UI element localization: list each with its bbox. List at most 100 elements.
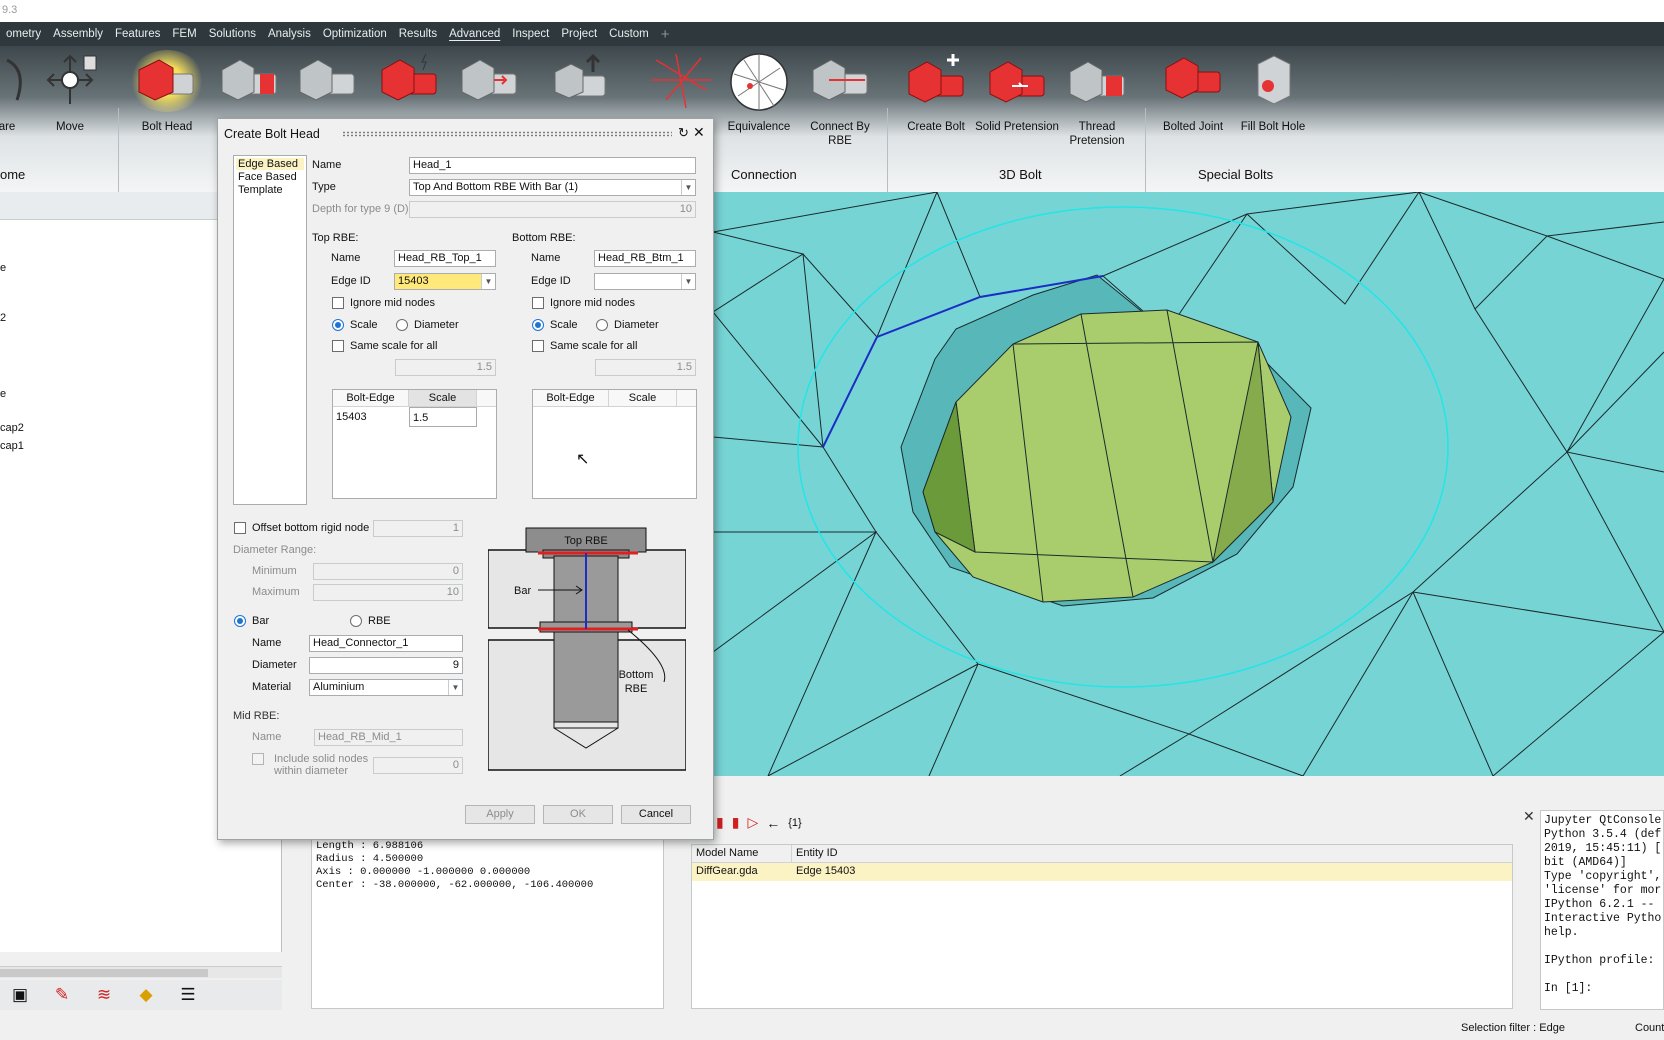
cancel-button[interactable]: Cancel: [621, 805, 691, 824]
3d-viewport[interactable]: [713, 192, 1664, 776]
ribbon-btn-move[interactable]: Move: [27, 50, 113, 134]
include-solid-field[interactable]: 0: [373, 757, 463, 774]
bottom-ignore-mid-label: Ignore mid nodes: [550, 297, 635, 309]
chevron-down-icon[interactable]: ▼: [481, 274, 495, 289]
chevron-down-icon[interactable]: ▼: [681, 274, 695, 289]
refresh-icon[interactable]: ↻: [678, 125, 689, 141]
scrollbar-thumb[interactable]: [0, 969, 208, 977]
mode-template[interactable]: Template: [238, 184, 283, 196]
close-icon[interactable]: ✕: [693, 124, 705, 141]
material-select[interactable]: Aluminium ▼: [309, 679, 463, 696]
color-map-icon[interactable]: ◆: [132, 982, 160, 1008]
ribbon-btn-equivalence[interactable]: Equivalence: [716, 50, 802, 134]
bottom-same-scale-checkbox[interactable]: [532, 340, 544, 352]
include-solid-checkbox[interactable]: [252, 753, 264, 765]
rbe-radio[interactable]: [350, 615, 362, 627]
ribbon-btn-bolt-head[interactable]: Bolt Head: [124, 50, 210, 134]
tree-item-cap1[interactable]: cap1: [0, 440, 24, 452]
top-scale-field[interactable]: 1.5: [395, 359, 496, 376]
menu-features[interactable]: Features: [109, 22, 166, 46]
tree-item[interactable]: 2: [0, 312, 6, 324]
col-entity-id[interactable]: Entity ID: [792, 845, 1512, 862]
ribbon-btn-bolted-joint[interactable]: Bolted Joint: [1150, 50, 1236, 134]
mode-face-based[interactable]: Face Based: [238, 171, 297, 183]
eraser-icon[interactable]: ▮: [716, 814, 724, 831]
table-row[interactable]: DiffGear.gda Edge 15403: [692, 863, 1512, 881]
back-arrow-icon[interactable]: ←: [766, 815, 780, 831]
ok-button[interactable]: OK: [543, 805, 613, 824]
tree-item[interactable]: e: [0, 388, 6, 400]
menu-geometry[interactable]: ometry: [0, 22, 47, 46]
menu-fem[interactable]: FEM: [166, 22, 202, 46]
bottom-scale-radio[interactable]: [532, 319, 544, 331]
selection-count: {1}: [788, 816, 802, 829]
jupyter-console[interactable]: Jupyter QtConsole Python 3.5.4 (def 2019…: [1540, 810, 1664, 1010]
menu-solutions[interactable]: Solutions: [203, 22, 262, 46]
drag-grip[interactable]: [342, 131, 672, 137]
ribbon-btn-solid-pretension[interactable]: Solid Pretension: [974, 50, 1060, 134]
ribbon-btn-equivalence-tool[interactable]: [638, 50, 724, 112]
close-icon[interactable]: ✕: [1523, 808, 1535, 825]
menu-optimization[interactable]: Optimization: [317, 22, 393, 46]
connector-name-field[interactable]: Head_Connector_1: [309, 635, 463, 652]
connector-diameter-label: Diameter: [252, 659, 297, 671]
cell-scale-editor[interactable]: 1.5: [409, 407, 477, 427]
type-select[interactable]: Top And Bottom RBE With Bar (1) ▼: [409, 179, 696, 196]
add-tab-icon[interactable]: +: [655, 26, 676, 43]
list-icon[interactable]: ☰: [174, 982, 202, 1008]
ribbon-btn-fill-bolt-hole[interactable]: Fill Bolt Hole: [1230, 50, 1316, 134]
menu-analysis[interactable]: Analysis: [262, 22, 317, 46]
menu-results[interactable]: Results: [393, 22, 443, 46]
top-ignore-mid-checkbox[interactable]: [332, 297, 344, 309]
menu-project[interactable]: Project: [555, 22, 603, 46]
mesh-view[interactable]: [713, 192, 1664, 776]
ribbon-btn-thread-pretension[interactable]: Thread Pretension: [1054, 50, 1140, 148]
apply-button[interactable]: Apply: [465, 805, 535, 824]
pen-icon[interactable]: ✎: [48, 982, 76, 1008]
minimum-field[interactable]: 0: [313, 563, 463, 580]
menu-assembly[interactable]: Assembly: [47, 22, 109, 46]
cube-icon[interactable]: ▣: [6, 982, 34, 1008]
bar-radio[interactable]: [234, 615, 246, 627]
tree-item[interactable]: e: [0, 262, 6, 274]
bottom-ignore-mid-checkbox[interactable]: [532, 297, 544, 309]
table-row[interactable]: 15403 1.5: [333, 407, 496, 427]
top-same-scale-checkbox[interactable]: [332, 340, 344, 352]
connector-diameter-field[interactable]: 9: [309, 657, 463, 674]
bottom-name-field[interactable]: Head_RB_Btm_1: [594, 250, 696, 267]
ribbon-btn-bolt-5[interactable]: [446, 50, 532, 112]
top-edge-select[interactable]: 15403 ▼: [394, 273, 496, 290]
offset-bottom-field[interactable]: 1: [373, 520, 463, 537]
name-field[interactable]: Head_1: [409, 157, 696, 174]
menu-custom[interactable]: Custom: [603, 22, 655, 46]
select-icon[interactable]: ▷: [747, 814, 758, 831]
top-name-field[interactable]: Head_RB_Top_1: [394, 250, 496, 267]
ribbon-btn-bolt-3[interactable]: [284, 50, 370, 112]
depth-field[interactable]: 10: [409, 201, 696, 218]
ribbon-btn-bolt-4[interactable]: [366, 50, 452, 112]
bottom-scale-field[interactable]: 1.5: [595, 359, 696, 376]
top-edge-table: Bolt-Edge Scale 15403 1.5: [332, 389, 497, 499]
offset-bottom-checkbox[interactable]: [234, 522, 246, 534]
table-header: Bolt-Edge Scale: [333, 390, 496, 407]
bottom-edge-select[interactable]: ▼: [594, 273, 696, 290]
col-model-name[interactable]: Model Name: [692, 845, 792, 862]
bottom-diameter-radio[interactable]: [596, 319, 608, 331]
menu-inspect[interactable]: Inspect: [506, 22, 555, 46]
ribbon-btn-bolt-6[interactable]: [541, 50, 627, 112]
mode-edge-based[interactable]: Edge Based: [236, 158, 304, 170]
chevron-down-icon[interactable]: ▼: [448, 680, 462, 695]
ribbon-btn-bolt-2[interactable]: [206, 50, 292, 112]
mid-name-field[interactable]: Head_RB_Mid_1: [314, 729, 463, 746]
top-scale-radio[interactable]: [332, 319, 344, 331]
tree-item-cap2[interactable]: cap2: [0, 422, 24, 434]
maximum-field[interactable]: 10: [313, 584, 463, 601]
menu-advanced[interactable]: Advanced: [443, 22, 506, 46]
horizontal-scrollbar[interactable]: [0, 966, 282, 978]
heat-icon[interactable]: ≋: [90, 982, 118, 1008]
chevron-down-icon[interactable]: ▼: [681, 180, 695, 195]
top-diameter-radio[interactable]: [396, 319, 408, 331]
ribbon-btn-connect-rbe[interactable]: Connect By RBE: [797, 50, 883, 148]
eraser-all-icon[interactable]: ▮: [732, 814, 740, 831]
ribbon-btn-create-bolt[interactable]: Create Bolt: [893, 50, 979, 134]
